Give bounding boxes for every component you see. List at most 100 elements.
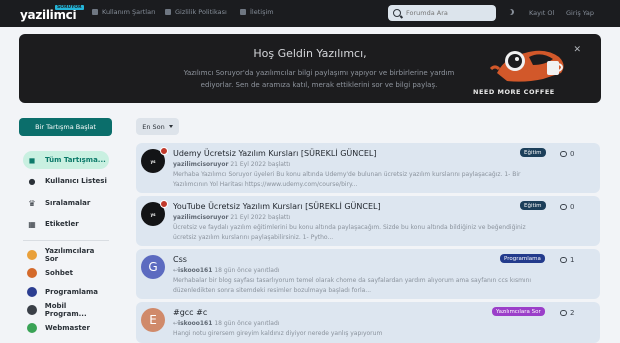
forum-search[interactable] (388, 5, 496, 21)
reply-count-value: 1 (570, 256, 575, 264)
question-icon (27, 250, 37, 260)
category-tag[interactable]: Eğitim (520, 148, 546, 157)
category-tag[interactable]: Eğitim (520, 201, 546, 210)
category-tag[interactable]: Programlama (500, 254, 545, 263)
sidebar-category-programming[interactable]: Programlama (23, 283, 109, 301)
comment-icon (560, 310, 567, 316)
pinned-icon (160, 200, 168, 208)
search-icon (393, 9, 401, 17)
reply-count-value: 2 (570, 309, 575, 317)
nav-contact-link[interactable]: İletişim (240, 8, 274, 16)
category-tag[interactable]: Yazılımcılara Sor (492, 307, 545, 316)
reply-count: 0 (560, 150, 574, 158)
lock-icon (165, 9, 171, 15)
nav-terms-link[interactable]: Kullanım Şartları (92, 8, 156, 16)
discussion-excerpt: Merhabalar bir blog sayfası tasarlıyorum… (173, 277, 532, 294)
chevron-down-icon (168, 125, 173, 128)
discussion-date: 18 gün önce yanıtladı (214, 320, 280, 327)
discussion-meta: yazilimcisoruyor 21 Eyl 2022 başlattı (173, 161, 290, 168)
reply-count-value: 0 (570, 150, 575, 158)
mobile-icon (27, 305, 37, 315)
comment-icon (560, 257, 567, 263)
top-header: yazilimci SORUYOR Kullanım Şartları Gizl… (0, 0, 620, 27)
search-input[interactable] (406, 9, 491, 17)
nav-privacy-link[interactable]: Gizlilik Politikası (165, 8, 227, 16)
coffee-icon (27, 268, 37, 278)
nav-privacy-label: Gizlilik Politikası (175, 8, 227, 16)
avatar-logo-mark: ys (150, 211, 156, 217)
discussion-author[interactable]: yazilimcisoruyor (173, 214, 228, 221)
discussion-meta: ↩iskooo161 18 gün önce yanıtladı (173, 320, 279, 327)
dark-mode-toggle-icon[interactable] (508, 9, 514, 15)
category-label: Webmaster (45, 324, 90, 332)
sidebar-item-user-list[interactable]: ● Kullanıcı Listesi (23, 172, 109, 190)
reply-count-value: 0 (570, 203, 575, 211)
discussion-item[interactable]: ys YouTube Ücretsiz Yazılım Kursları [SÜ… (136, 196, 600, 246)
category-label: Mobil Program... (44, 302, 87, 318)
document-icon (92, 9, 98, 15)
coffee-caption: NEED MORE COFFEE (473, 88, 555, 96)
category-label: Yazılımcılara Sor (44, 247, 95, 263)
discussion-excerpt: Merhaba Yazılımcı Soruyor üyeleri Bu kon… (173, 171, 521, 188)
discussion-author[interactable]: yazilimcisoruyor (173, 161, 228, 168)
start-discussion-button[interactable]: Bir Tartışma Başlat (19, 118, 112, 136)
discussion-date: 21 Eyl 2022 başlattı (230, 161, 291, 168)
sidebar-category-mobile[interactable]: Mobil Program... (23, 301, 109, 319)
discussion-meta: yazilimcisoruyor 21 Eyl 2022 başlattı (173, 214, 290, 221)
sidebar-item-label: Kullanıcı Listesi (45, 177, 107, 185)
discussion-date: 18 gün önce yanıtladı (214, 267, 280, 274)
login-link[interactable]: Giriş Yap (566, 9, 594, 17)
close-icon[interactable]: ✕ (573, 45, 581, 55)
discussion-author[interactable]: iskooo161 (178, 320, 212, 327)
discussion-excerpt: Hangi notu girersem gireyim kaldınız diy… (173, 330, 383, 337)
tag-label: Programlama (504, 255, 541, 262)
logo-text: yazilimci (20, 8, 77, 22)
discussion-author[interactable]: iskooo161 (178, 267, 212, 274)
register-link[interactable]: Kayıt Ol (529, 9, 554, 17)
discussion-item[interactable]: ys Udemy Ücretsiz Yazılım Kursları [SÜRE… (136, 143, 600, 193)
sidebar-item-label: Tüm Tartışma... (45, 156, 106, 164)
sidebar-category-webmaster[interactable]: Webmaster (23, 319, 109, 337)
pinned-icon (160, 147, 168, 155)
sidebar-divider (23, 240, 109, 241)
discussion-title[interactable]: #gcc #c (173, 308, 207, 317)
mail-icon (240, 9, 246, 15)
chat-icon: ◼ (28, 155, 36, 165)
discussion-excerpt: Ücretsiz ve faydalı yazılım eğitimlerini… (173, 224, 526, 241)
welcome-banner: Hoş Geldin Yazılımcı, Yazılımcı Soruyor'… (19, 34, 601, 103)
nav-contact-label: İletişim (250, 8, 274, 16)
banner-text: Yazılımcı Soruyor'da yazılımcılar bilgi … (183, 69, 455, 89)
category-label: Programlama (45, 288, 99, 296)
trophy-icon: ♛ (28, 198, 36, 208)
discussion-item[interactable]: G Css ↩iskooo161 18 gün önce yanıtladı M… (136, 249, 600, 299)
discussion-title[interactable]: Css (173, 255, 187, 264)
avatar[interactable]: G (141, 255, 165, 279)
discussion-item[interactable]: E #gcc #c ↩iskooo161 18 gün önce yanıtla… (136, 302, 600, 343)
site-logo[interactable]: yazilimci SORUYOR (20, 5, 84, 23)
code-icon (27, 287, 37, 297)
comment-icon (560, 204, 567, 210)
sidebar-category-chat[interactable]: Sohbet (23, 264, 109, 282)
sidebar-item-label: Etiketler (45, 220, 79, 228)
sidebar-category-ask[interactable]: Yazılımcılara Sor (23, 246, 109, 264)
comment-icon (560, 151, 567, 157)
avatar[interactable]: E (141, 308, 165, 332)
logo-tag: SORUYOR (55, 5, 84, 10)
sort-dropdown[interactable]: En Son (136, 118, 179, 135)
sort-label: En Son (142, 122, 165, 131)
sidebar-item-tags[interactable]: ▦ Etiketler (23, 215, 109, 233)
tag-label: Eğitim (524, 149, 542, 156)
sidebar-item-rankings[interactable]: ♛ Sıralamalar (23, 194, 109, 212)
discussion-title[interactable]: YouTube Ücretsiz Yazılım Kursları [SÜREK… (173, 202, 381, 211)
discussion-meta: ↩iskooo161 18 gün önce yanıtladı (173, 267, 279, 274)
web-icon (27, 323, 37, 333)
sidebar-item-label: Sıralamalar (45, 199, 91, 207)
tag-label: Eğitim (524, 202, 542, 209)
grid-icon: ▦ (28, 219, 36, 229)
avatar-logo-mark: ys (150, 158, 156, 164)
category-label: Sohbet (45, 269, 73, 277)
discussion-date: 21 Eyl 2022 başlattı (230, 214, 291, 221)
discussion-title[interactable]: Udemy Ücretsiz Yazılım Kursları [SÜREKLİ… (173, 149, 376, 158)
sidebar-item-all-discussions[interactable]: ◼ Tüm Tartışma... (23, 151, 109, 169)
tag-label: Yazılımcılara Sor (496, 308, 541, 315)
